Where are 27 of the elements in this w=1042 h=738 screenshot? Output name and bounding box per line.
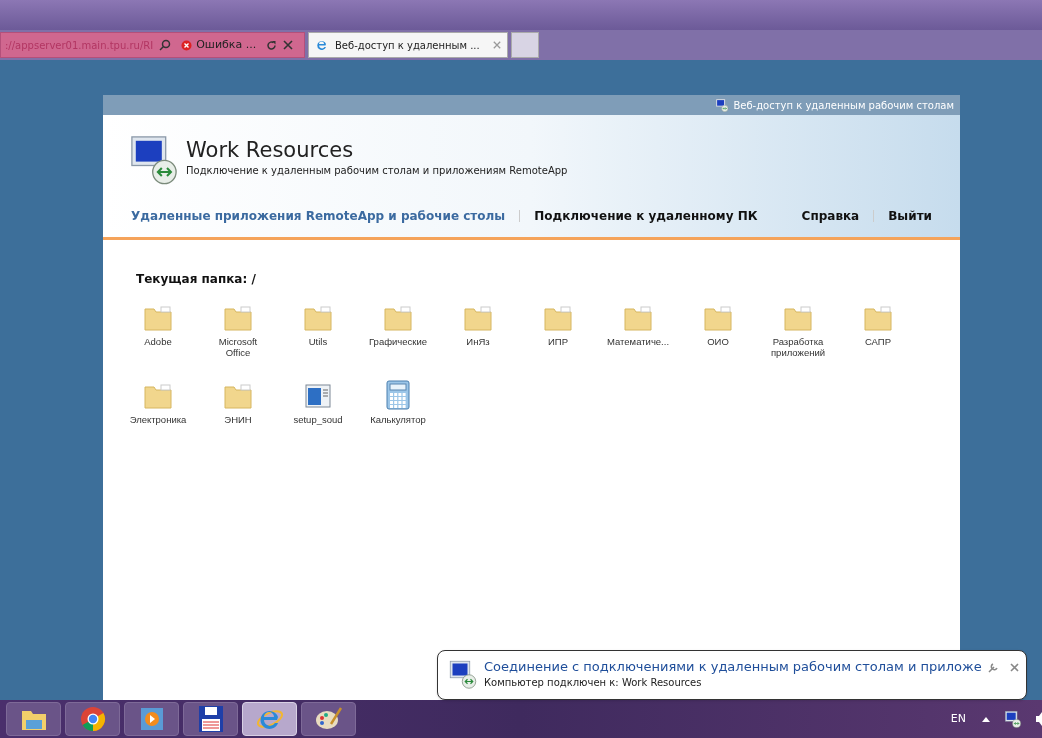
browser-tab[interactable]: Веб-доступ к удаленным ... — [308, 32, 508, 58]
page-title: Work Resources — [186, 137, 355, 164]
nav-link[interactable]: Удаленные приложения RemoteApp и рабочие столы — [131, 207, 506, 225]
language-indicator[interactable]: EN — [950, 710, 966, 728]
notification-message: Компьютер подключен к: Work Resources — [484, 676, 703, 690]
item-label[interactable]: Microsoft Office — [207, 336, 269, 358]
item-label[interactable]: ОИО — [687, 336, 749, 347]
nav-link[interactable]: Подключение к удаленному ПК — [534, 207, 758, 225]
item-label[interactable]: Калькулятор — [367, 414, 429, 425]
item-label[interactable]: ИнЯз — [447, 336, 509, 347]
item-label[interactable]: ИПР — [527, 336, 589, 347]
nav-link[interactable]: Выйти — [888, 207, 932, 225]
browser-tab[interactable]: Ошибка ... — [177, 36, 261, 54]
notification-title: Соединение с подключениями к удаленным рабочим столам и приложе — [484, 659, 982, 675]
item-label[interactable]: ЭНИН — [207, 414, 269, 425]
item-label[interactable]: Adobe — [127, 336, 189, 347]
current-folder-label: Текущая папка: / — [135, 271, 256, 288]
item-label[interactable]: Разработка приложений — [767, 336, 829, 358]
item-label[interactable]: Utils — [287, 336, 349, 347]
top-bar-title: Веб-доступ к удаленным рабочим столам — [733, 98, 954, 113]
item-label[interactable]: Математиче... — [607, 336, 669, 347]
page-subtitle: Подключение к удаленным рабочим столам и приложениям RemoteApp — [186, 164, 568, 179]
item-label[interactable]: Электроника — [127, 414, 189, 425]
item-label[interactable]: САПР — [847, 336, 909, 347]
item-label[interactable]: setup_soud — [287, 414, 349, 425]
nav-link[interactable]: Справка — [801, 207, 860, 225]
item-label[interactable]: Графические — [367, 336, 429, 347]
